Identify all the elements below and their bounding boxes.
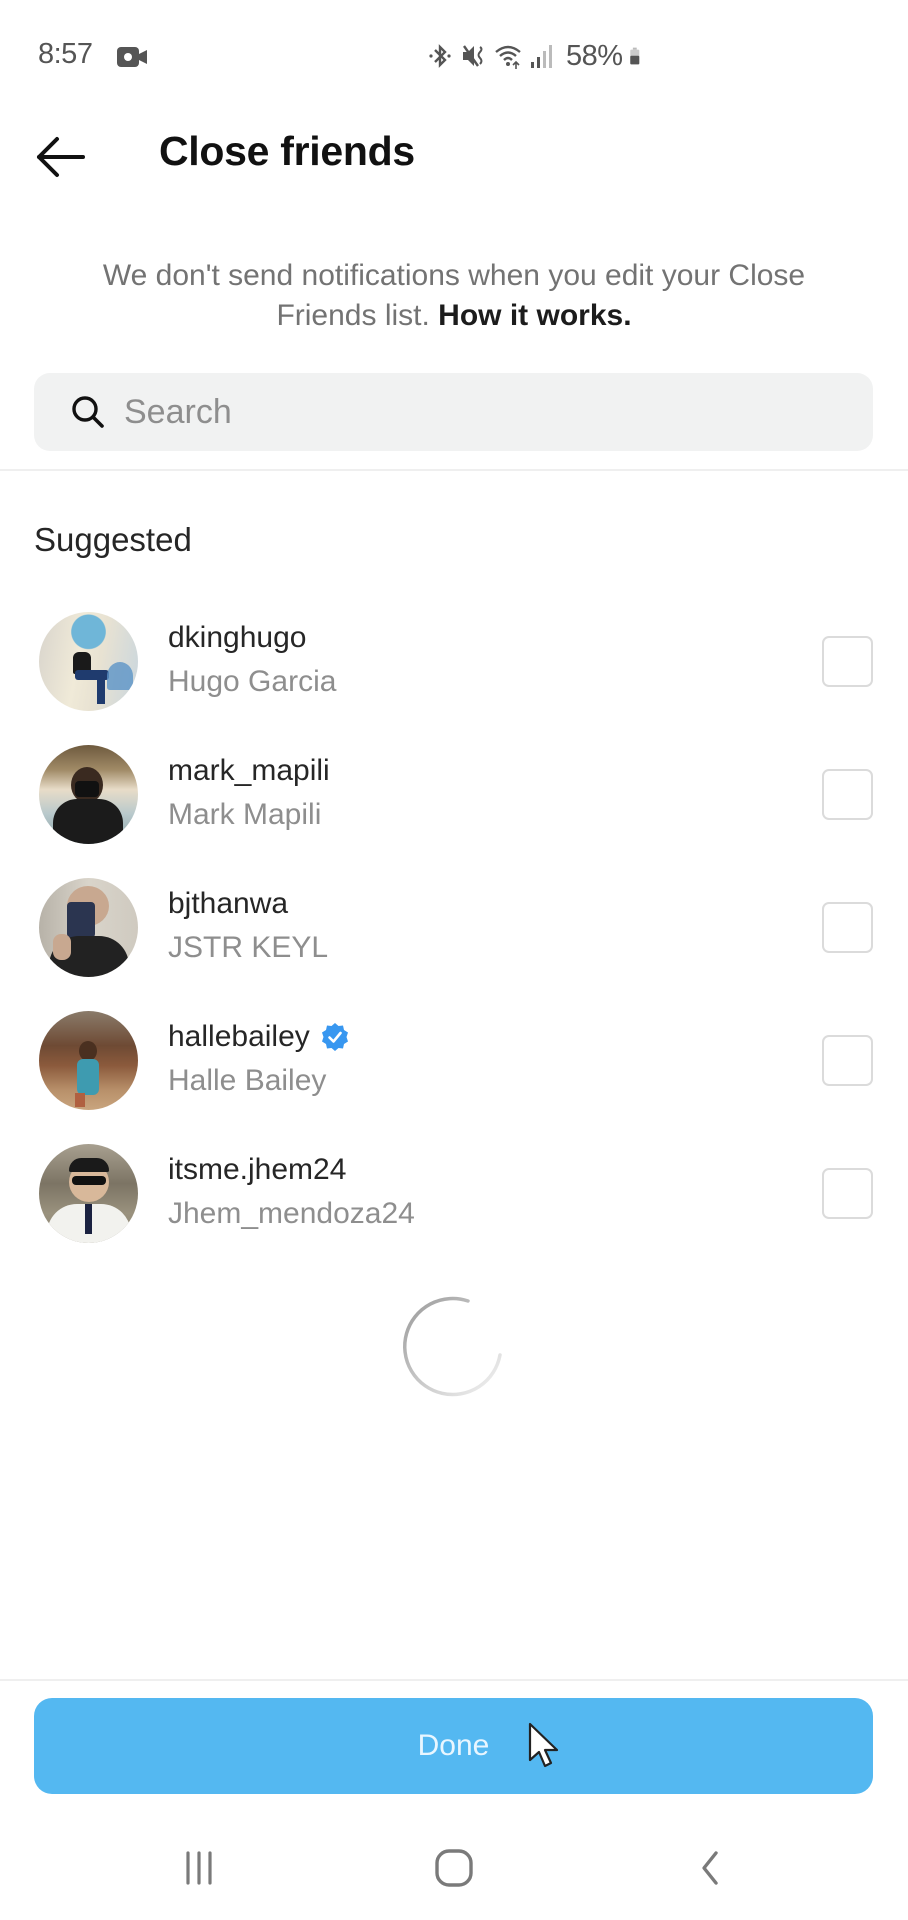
status-time: 8:57 [38,38,93,70]
system-nav-bar [0,1810,908,1920]
signal-icon [531,45,552,68]
search-icon [72,396,104,428]
username: mark_mapili [168,754,330,787]
username: bjthanwa [168,887,289,920]
bluetooth-icon [429,44,451,68]
full-name: Mark Mapili [168,798,322,831]
username: itsme.jhem24 [168,1153,347,1186]
page-title: Close friends [159,128,415,174]
home-button[interactable] [422,1836,486,1900]
avatar [39,1011,138,1110]
recents-icon [186,1851,212,1885]
avatar [39,878,138,977]
divider [0,469,908,471]
vibrate-mute-icon [463,45,483,67]
section-label-suggested: Suggested [34,521,192,558]
loading-spinner-icon [403,1296,502,1397]
divider [0,1679,908,1681]
search-input[interactable] [124,382,873,442]
suggested-list: dkinghugo Hugo Garcia mark_mapili Mark M… [0,600,908,1265]
back-icon [702,1851,718,1885]
username: hallebailey [168,1017,350,1057]
screen-record-icon [117,47,147,67]
system-back-button[interactable] [678,1836,742,1900]
info-text: We don't send notifications when you edi… [60,256,848,336]
battery-icon [629,47,639,65]
avatar [39,612,138,711]
search-bar[interactable] [34,373,873,451]
home-icon [435,1849,473,1887]
done-button-label: Done [417,1729,490,1762]
select-checkbox[interactable] [822,1035,873,1086]
select-checkbox[interactable] [822,769,873,820]
username: dkinghugo [168,621,307,654]
list-item[interactable]: mark_mapili Mark Mapili [0,733,908,866]
arrow-left-icon [37,137,85,177]
status-bar: 8:57 58% [0,0,908,100]
full-name: Jhem_mendoza24 [168,1197,415,1230]
select-checkbox[interactable] [822,636,873,687]
full-name: JSTR KEYL [168,931,329,964]
list-item[interactable]: hallebailey Halle Bailey [0,999,908,1132]
select-checkbox[interactable] [822,1168,873,1219]
verified-badge-icon [321,1023,348,1051]
battery-percent: 58% [566,39,623,72]
avatar [39,745,138,844]
wifi-icon [495,45,521,69]
how-it-works-link[interactable]: How it works. [438,299,631,332]
full-name: Halle Bailey [168,1064,327,1097]
full-name: Hugo Garcia [168,665,337,698]
recents-button[interactable] [167,1836,231,1900]
select-checkbox[interactable] [822,902,873,953]
avatar [39,1144,138,1243]
done-button[interactable]: Done [34,1698,873,1794]
header: Close friends [0,110,908,200]
list-item[interactable]: itsme.jhem24 Jhem_mendoza24 [0,1132,908,1265]
list-item[interactable]: dkinghugo Hugo Garcia [0,600,908,733]
back-button[interactable] [30,132,92,182]
list-item[interactable]: bjthanwa JSTR KEYL [0,866,908,999]
status-icons: 58% [426,38,647,74]
